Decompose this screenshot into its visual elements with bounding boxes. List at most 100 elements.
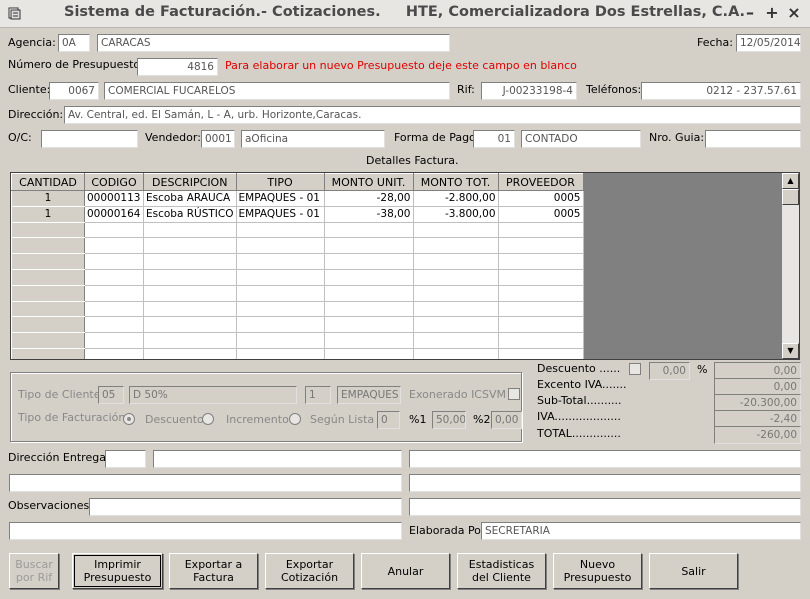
table-cell[interactable] [412, 253, 499, 270]
table-cell[interactable] [143, 332, 237, 349]
column-header[interactable]: MONTO TOT. [412, 173, 499, 191]
quantity-cell[interactable] [11, 268, 85, 286]
vendedor-code-field[interactable]: 0001 [201, 130, 235, 148]
table-row[interactable] [11, 221, 584, 239]
table-row[interactable] [11, 347, 584, 359]
table-cell[interactable] [84, 332, 144, 349]
table-cell[interactable]: 00000164 [84, 205, 144, 223]
rif-field[interactable]: J-00233198-4 [481, 82, 577, 100]
table-cell[interactable] [497, 268, 584, 286]
table-cell[interactable] [412, 284, 499, 302]
table-cell[interactable] [412, 221, 499, 239]
scroll-thumb[interactable] [782, 189, 799, 205]
quantity-cell[interactable]: 1 [11, 190, 85, 207]
cliente-code-field[interactable]: 0067 [49, 82, 99, 100]
table-cell[interactable] [497, 316, 584, 334]
table-cell[interactable] [323, 300, 414, 318]
table-cell[interactable] [323, 332, 414, 349]
descuento-pct-field[interactable]: 0,00 [649, 362, 690, 380]
scroll-up-icon[interactable]: ▲ [782, 173, 799, 189]
column-header[interactable]: DESCRIPCION [143, 173, 237, 191]
table-cell[interactable] [412, 316, 499, 334]
table-row[interactable] [11, 253, 584, 270]
table-row[interactable] [11, 237, 584, 255]
table-cell[interactable] [412, 300, 499, 318]
minimize-icon[interactable]: – [740, 3, 760, 23]
anular-button[interactable]: Anular [361, 553, 450, 589]
quantity-cell[interactable] [11, 347, 85, 359]
column-header[interactable]: CODIGO [84, 173, 144, 191]
elaborada-field[interactable]: SECRETARIA [481, 522, 801, 540]
table-cell[interactable] [143, 237, 237, 255]
exportar-factura-button[interactable]: Exportar a Factura [169, 553, 258, 589]
fecha-field[interactable]: 12/05/2014 [736, 34, 801, 52]
table-cell[interactable] [143, 300, 237, 318]
table-cell[interactable] [235, 268, 325, 286]
table-cell[interactable] [412, 237, 499, 255]
descuento-radio[interactable] [123, 413, 135, 425]
cliente-name-field[interactable]: COMERCIAL FUCARELOS [104, 82, 450, 100]
table-cell[interactable] [84, 284, 144, 302]
incremento-radio[interactable] [202, 413, 214, 425]
details-grid[interactable]: CANTIDAD CODIGO DESCRIPCION TIPO MONTO UNIT.… [10, 172, 800, 360]
table-cell[interactable] [143, 268, 237, 286]
table-cell[interactable] [323, 284, 414, 302]
table-cell[interactable] [412, 332, 499, 349]
exonerado-checkbox[interactable] [508, 388, 520, 400]
salir-button[interactable]: Salir [649, 553, 738, 589]
agencia-code-field[interactable]: 0A [58, 34, 90, 52]
estadisticas-cliente-button[interactable]: Estadisticas del Cliente [457, 553, 546, 589]
direccion-entrega-field[interactable] [153, 450, 402, 468]
tipo-cliente-code-field[interactable]: 05 [98, 386, 124, 404]
table-cell[interactable] [323, 221, 414, 239]
tipo-cliente-name-field[interactable]: D 50% [129, 386, 297, 404]
table-cell[interactable] [143, 347, 237, 359]
table-cell[interactable] [497, 253, 584, 270]
quantity-cell[interactable] [11, 221, 85, 239]
table-row[interactable] [11, 268, 584, 286]
table-cell[interactable] [323, 237, 414, 255]
table-row[interactable] [11, 300, 584, 318]
table-cell[interactable] [497, 237, 584, 255]
table-cell[interactable] [235, 332, 325, 349]
nuevo-presupuesto-button[interactable]: Nuevo Presupuesto [553, 553, 642, 589]
grid-scrollbar[interactable]: ▲ ▼ [782, 173, 799, 359]
pct1-field[interactable]: 50,00 [432, 411, 466, 429]
table-cell[interactable] [235, 237, 325, 255]
table-cell[interactable] [323, 316, 414, 334]
column-header[interactable]: PROVEEDOR [497, 173, 584, 191]
vendedor-name-field[interactable]: aOficina [241, 130, 385, 148]
table-cell[interactable] [84, 221, 144, 239]
table-cell[interactable]: -2.800,00 [412, 190, 499, 207]
quantity-cell[interactable] [11, 237, 85, 255]
direccion-entrega-extra-field[interactable] [409, 450, 801, 468]
nro-guia-field[interactable] [705, 130, 801, 148]
imprimir-presupuesto-button[interactable]: Imprimir Presupuesto [72, 553, 163, 589]
table-cell[interactable]: Escoba ARAUCA [143, 190, 237, 207]
table-cell[interactable]: EMPAQUES - 01 [235, 190, 325, 207]
forma-pago-code-field[interactable]: 01 [473, 130, 515, 148]
table-row[interactable] [11, 332, 584, 349]
table-cell[interactable] [143, 221, 237, 239]
table-cell[interactable] [84, 237, 144, 255]
quantity-cell[interactable]: 1 [11, 205, 85, 223]
observaciones-field[interactable] [89, 498, 402, 516]
table-cell[interactable] [235, 347, 325, 359]
table-cell[interactable]: -38,00 [323, 205, 414, 223]
table-cell[interactable] [497, 332, 584, 349]
table-cell[interactable] [84, 347, 144, 359]
table-cell[interactable] [235, 316, 325, 334]
column-header[interactable]: MONTO UNIT. [323, 173, 414, 191]
close-icon[interactable]: × [784, 3, 804, 23]
presupuesto-field[interactable]: 4816 [137, 58, 218, 76]
table-cell[interactable] [84, 300, 144, 318]
table-cell[interactable] [143, 284, 237, 302]
table-cell[interactable] [143, 253, 237, 270]
table-cell[interactable] [323, 253, 414, 270]
pct2-field[interactable]: 0,00 [491, 411, 522, 429]
table-cell[interactable] [143, 316, 237, 334]
table-cell[interactable]: 00000113 [84, 190, 144, 207]
table-cell[interactable] [235, 284, 325, 302]
table-cell[interactable] [497, 221, 584, 239]
table-cell[interactable] [84, 268, 144, 286]
